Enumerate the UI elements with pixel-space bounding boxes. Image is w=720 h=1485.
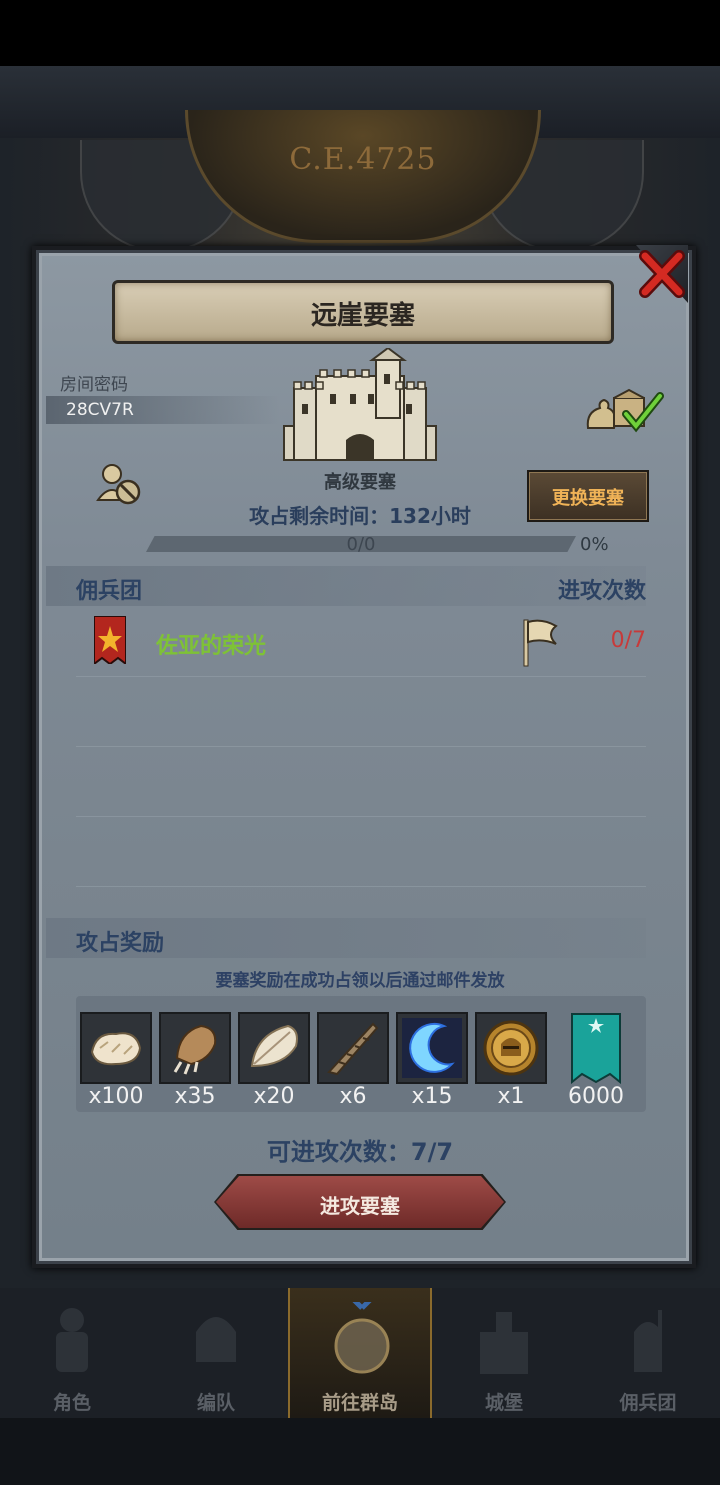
guild-banner-icon (94, 616, 126, 664)
reward-item[interactable] (568, 1012, 624, 1085)
nav-label: 编队 (196, 1392, 235, 1414)
reward-quantity: x35 (174, 1084, 216, 1109)
nav-item-mercenary[interactable]: 佣兵团 (576, 1288, 720, 1418)
nav-item-character[interactable]: 角色 (0, 1288, 144, 1418)
moon-banner-icon (571, 1013, 621, 1085)
reward-item[interactable] (475, 1012, 547, 1084)
nav-label: 佣兵团 (619, 1392, 677, 1414)
nav-item-islands[interactable]: 前往群岛 (288, 1288, 432, 1418)
change-fortress-label: 更换要塞 (552, 488, 624, 509)
guild-name: 佐亚的荣光 (156, 634, 267, 659)
row-divider (76, 676, 646, 677)
reward-item[interactable] (159, 1012, 231, 1084)
close-icon[interactable] (637, 248, 687, 300)
nav-label: 前往群岛 (321, 1392, 398, 1414)
feather-icon (250, 1024, 298, 1068)
fur-pelt-icon (90, 1032, 142, 1066)
nav-item-formation[interactable]: 编队 (144, 1288, 288, 1418)
row-divider (76, 816, 646, 817)
reward-quantity: x1 (497, 1084, 525, 1109)
change-fortress-button[interactable]: 更换要塞 (527, 470, 649, 522)
room-code-strip: 28CV7R (46, 396, 280, 424)
attack-fortress-button[interactable]: 进攻要塞 (216, 1176, 504, 1228)
bottom-nav: 角色 编队 前往群岛 城堡 佣兵团 (0, 1288, 720, 1418)
reward-quantity: x20 (253, 1084, 295, 1109)
nav-item-castle[interactable]: 城堡 (432, 1288, 576, 1418)
guild-row[interactable]: 佐亚的荣光 0/7 (76, 616, 646, 672)
reward-item[interactable] (317, 1012, 389, 1084)
rewards-note: 要塞奖励在成功占领以后通过邮件发放 (215, 971, 505, 991)
reward-quantity: x15 (411, 1084, 453, 1109)
nav-label: 角色 (52, 1392, 91, 1414)
fortress-image (283, 348, 437, 461)
capture-progress-percent: 0% (580, 534, 609, 555)
mercenary-header-label: 佣兵团 (76, 579, 143, 604)
row-divider (76, 746, 646, 747)
rewards-header-label: 攻占奖励 (76, 931, 165, 956)
title-banner: 远崖要塞 (112, 280, 614, 344)
flag-icon (523, 619, 558, 667)
supplies-checked-icon[interactable] (584, 388, 664, 438)
horn-icon (327, 1022, 379, 1076)
rewards-box: x100 x35 x20 x6 x15 x1 6000 (76, 996, 646, 1112)
mercenary-section-header: 佣兵团 进攻次数 (46, 566, 646, 606)
capture-progress-text: 0/0 (346, 534, 376, 555)
status-bar (0, 0, 720, 66)
reward-item[interactable] (80, 1012, 152, 1084)
attack-fortress-label: 进攻要塞 (320, 1194, 400, 1218)
reward-item[interactable] (396, 1012, 468, 1084)
knight-icon (56, 1308, 88, 1372)
remaining-attempts: 可进攻次数：7/7 (266, 1138, 454, 1166)
guild-attack-count: 0/7 (610, 628, 646, 653)
mercenary-icon (634, 1310, 662, 1372)
reward-quantity: x100 (88, 1084, 144, 1109)
helmet-icon (196, 1317, 236, 1362)
blue-crescent-icon (402, 1018, 462, 1078)
rewards-section-header: 攻占奖励 (46, 918, 646, 958)
room-code[interactable]: 28CV7R (66, 400, 134, 420)
room-code-label: 房间密码 (60, 375, 128, 395)
era-label: C.E.4725 (289, 142, 437, 177)
reward-item[interactable] (238, 1012, 310, 1084)
reward-quantity: x6 (339, 1084, 367, 1109)
attacks-header-label: 进攻次数 (557, 579, 646, 604)
beast-claw-icon (173, 1024, 217, 1075)
dialog-title: 远崖要塞 (310, 301, 415, 331)
golden-helmet-coin-icon (483, 1020, 539, 1076)
reward-quantity: 6000 (568, 1084, 624, 1109)
globe-icon (334, 1302, 390, 1374)
castle-icon (480, 1312, 528, 1374)
nav-label: 城堡 (484, 1392, 523, 1414)
system-nav-bar (0, 1418, 720, 1485)
row-divider (76, 886, 646, 887)
